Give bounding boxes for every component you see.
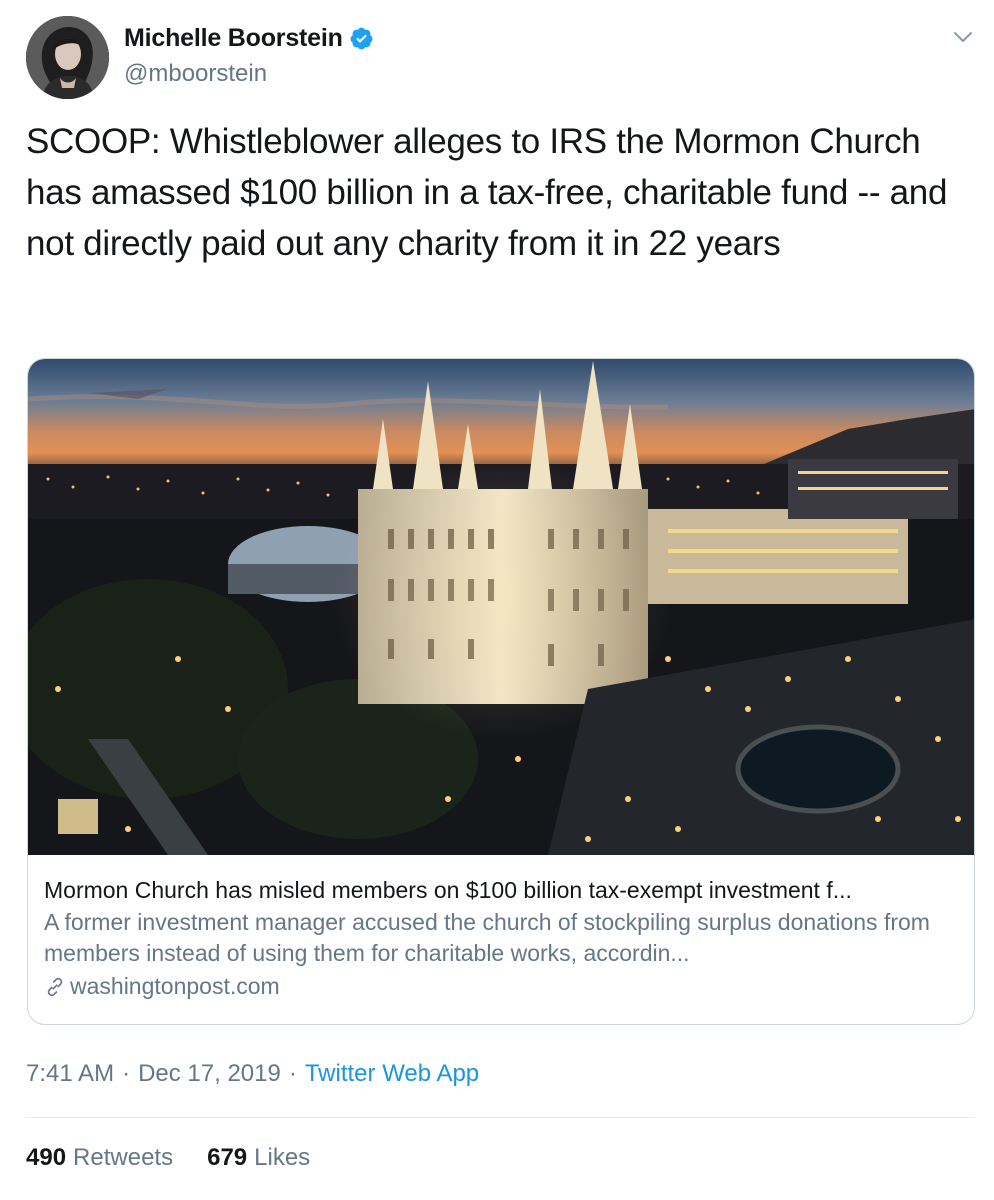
meta-separator: ·: [288, 1060, 297, 1087]
chevron-down-icon[interactable]: [952, 26, 974, 48]
avatar[interactable]: [26, 16, 109, 99]
link-icon: [47, 977, 63, 996]
tweet: Michelle Boorstein @mboorstein SCOOP: Wh…: [0, 0, 994, 1200]
likes-label: Likes: [254, 1144, 311, 1171]
card-body[interactable]: Mormon Church has misled members on $100…: [28, 855, 974, 1024]
card-description: A former investment manager accused the …: [44, 909, 930, 966]
tweet-source-link[interactable]: Twitter Web App: [305, 1060, 479, 1088]
link-card[interactable]: Mormon Church has misled members on $100…: [27, 358, 975, 1025]
likes-count: 679: [207, 1144, 248, 1171]
retweets-label: Retweets: [73, 1144, 174, 1171]
retweets-count: 490: [26, 1144, 67, 1171]
tweet-time[interactable]: 7:41 AM: [26, 1060, 114, 1088]
verified-badge-icon: [350, 27, 373, 50]
card-domain-text[interactable]: washingtonpost.com: [70, 973, 280, 1000]
tweet-meta: 7:41 AM · Dec 17, 2019 · Twitter Web App: [26, 1060, 479, 1088]
author-display-name[interactable]: Michelle Boorstein: [124, 24, 343, 53]
meta-separator: ·: [122, 1060, 131, 1087]
author-name-row[interactable]: Michelle Boorstein: [124, 24, 374, 53]
card-title[interactable]: Mormon Church has misled members on $100…: [44, 875, 960, 905]
retweets-stat[interactable]: 490 Retweets: [26, 1144, 173, 1172]
tweet-text: SCOOP: Whistleblower alleges to IRS the …: [26, 122, 948, 263]
card-image[interactable]: [28, 359, 974, 855]
card-domain[interactable]: washingtonpost.com: [44, 973, 960, 1000]
engagement-stats: 490 Retweets 679 Likes: [26, 1144, 310, 1172]
divider: [26, 1117, 975, 1118]
tweet-date[interactable]: Dec 17, 2019: [138, 1060, 281, 1088]
likes-stat[interactable]: 679 Likes: [207, 1144, 310, 1172]
author-handle[interactable]: @mboorstein: [124, 60, 267, 88]
